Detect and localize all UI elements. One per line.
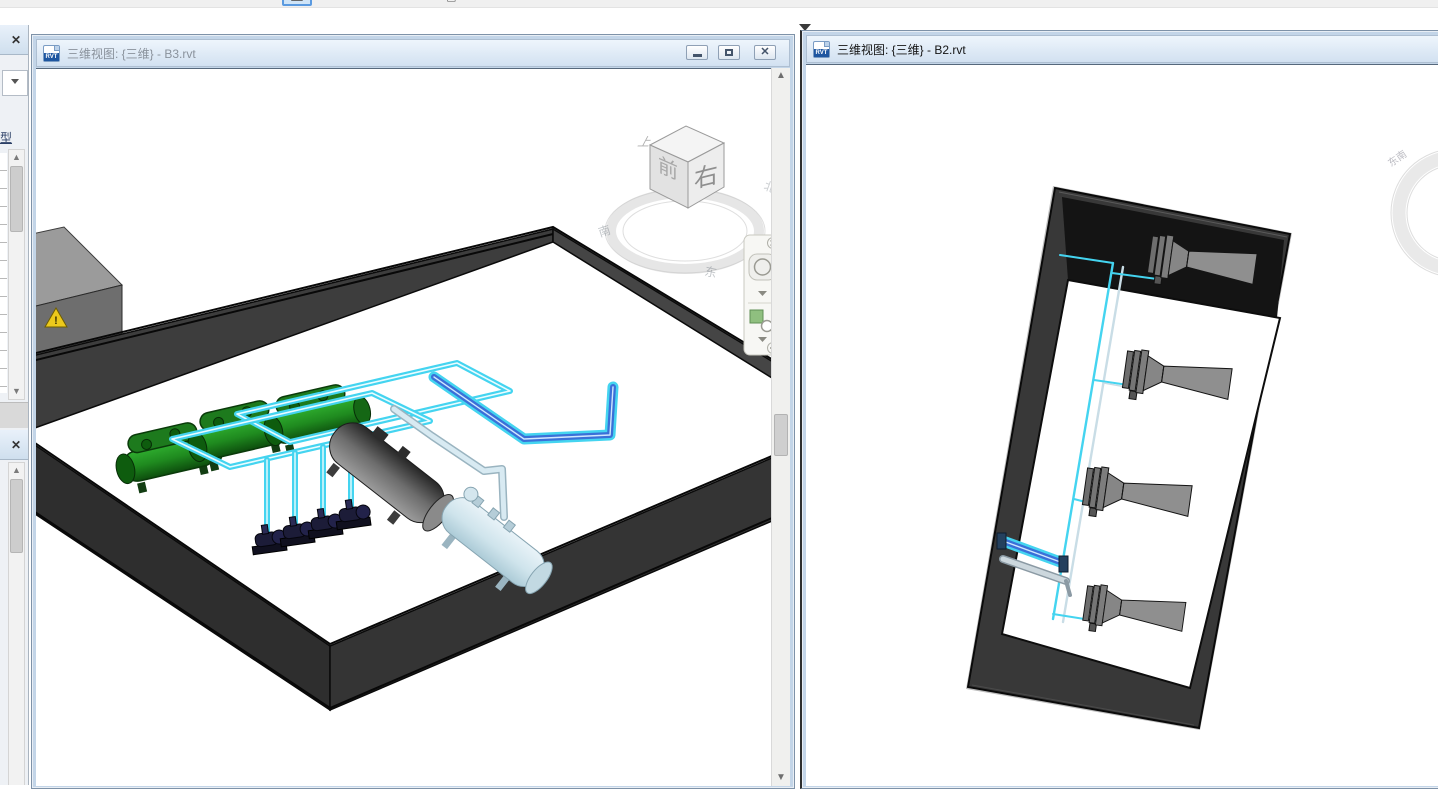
compass-label: 东 [703,264,718,280]
compass-label: 北 [762,179,771,196]
close-icon[interactable]: ✕ [8,437,24,453]
edit-type-link-fragment[interactable]: 型 [0,129,12,146]
project-browser-sliver: ✕ ▲ [0,430,29,785]
b2-3d-canvas[interactable]: 东南 [806,64,1438,786]
zoom-region-icon [750,310,763,323]
active-tool-icon[interactable]: ▭ [282,0,312,6]
b2-scene: 东南 [806,65,1438,786]
view-window-b3[interactable]: RVT 三维视图: {三维} - B3.rvt ✕ [31,34,795,789]
b3-titlebar[interactable]: RVT 三维视图: {三维} - B3.rvt ✕ [36,39,790,67]
paste-icon[interactable]: ⎗ [440,0,460,6]
properties-footer-fragment [0,402,28,428]
restore-button[interactable] [718,45,740,60]
compass-label: 东南 [1385,147,1409,169]
close-button[interactable]: ✕ [754,45,776,60]
scroll-down-icon[interactable]: ▼ [9,384,24,399]
scroll-up-icon[interactable]: ▲ [9,150,24,165]
properties-scrollbar[interactable]: ▲ ▼ [8,149,25,400]
condenser-pipe[interactable] [434,377,613,439]
properties-grid-fragment [0,153,7,393]
type-selector-sliver[interactable] [2,70,28,96]
properties-panel-sliver: ✕ 型 ▲ ▼ [0,25,29,430]
navigation-bar[interactable] [744,235,771,355]
window-title: 三维视图: {三维} - B2.rvt [837,41,966,58]
project-browser-header[interactable]: ✕ [0,430,28,460]
add-icon[interactable]: + [216,0,236,6]
properties-panel-header[interactable]: ✕ [0,25,28,55]
text-tool-icon[interactable]: A [28,0,48,6]
b2-titlebar[interactable]: RVT 三维视图: {三维} - B2.rvt [806,35,1438,63]
ribbon-toolbar-fragment: A ◔ + ▭ ✕ ⎗ [0,0,1438,8]
scroll-down-icon[interactable]: ▼ [772,770,790,786]
view-window-b2[interactable]: RVT 三维视图: {三维} - B2.rvt [800,30,1438,789]
scroll-up-icon[interactable]: ▲ [9,463,24,478]
svg-text:!: ! [54,315,58,327]
reference-icon[interactable]: ◔ [103,0,123,6]
scrollbar-thumb[interactable] [10,166,23,232]
delete-icon[interactable]: ✕ [360,0,380,6]
minimize-button[interactable] [686,45,708,60]
chevron-down-icon [11,79,19,84]
viewcube-compass-fragment[interactable]: 东南 [1385,147,1438,277]
b3-vertical-scrollbar[interactable]: ▲ ▼ [771,68,790,786]
rvt-file-icon: RVT [43,45,60,62]
b3-3d-canvas[interactable]: ! [36,68,771,786]
browser-scrollbar[interactable]: ▲ [8,462,25,785]
scroll-up-icon[interactable]: ▲ [772,68,790,84]
rvt-file-icon: RVT [813,41,830,58]
b3-scene: ! [36,69,771,786]
window-title: 三维视图: {三维} - B3.rvt [67,45,196,62]
scrollbar-thumb[interactable] [774,414,788,456]
close-icon[interactable]: ✕ [8,32,24,48]
scrollbar-thumb[interactable] [10,479,23,553]
